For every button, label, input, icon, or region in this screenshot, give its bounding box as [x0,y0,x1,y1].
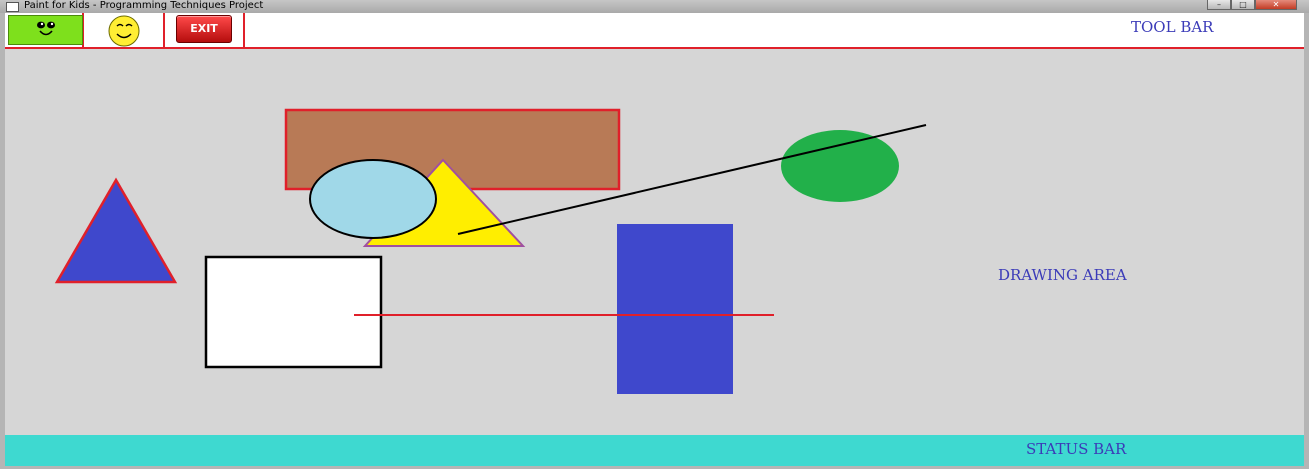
window-frame-right [1304,13,1309,469]
shape-blue-rectangle[interactable] [617,224,733,394]
shape-blue-triangle[interactable] [54,177,178,284]
exit-tool-button[interactable]: EXIT [165,13,245,47]
window-title-bar: Paint for Kids - Programming Techniques … [0,0,1309,13]
maximize-button[interactable]: □ [1231,0,1255,10]
drawing-area[interactable]: DRAWING AREA [5,49,1304,435]
drawing-canvas[interactable] [5,49,1304,435]
sleepy-face-tool-button[interactable] [84,13,165,47]
yellow-smiley-icon [108,15,140,47]
status-bar-label: STATUS BAR [1026,440,1127,458]
toolbar-label: TOOL BAR [1131,18,1214,36]
status-bar: STATUS BAR [5,435,1304,466]
shape-white-rectangle[interactable] [204,255,383,369]
app-icon [6,2,19,12]
close-button[interactable]: ✕ [1255,0,1297,10]
toolbar: EXIT TOOL BAR [5,13,1304,49]
shape-green-ellipse[interactable] [781,130,899,202]
happy-face-tool-button[interactable] [5,13,84,47]
drawing-area-label: DRAWING AREA [998,266,1127,284]
happy-face-swatch [8,15,83,45]
window-controls: – □ ✕ [1207,0,1297,10]
green-smiley-icon [37,21,55,36]
shape-lightblue-ellipse[interactable] [309,159,437,239]
window-title: Paint for Kids - Programming Techniques … [24,0,264,11]
minimize-button[interactable]: – [1207,0,1231,10]
exit-button-icon: EXIT [176,15,232,43]
